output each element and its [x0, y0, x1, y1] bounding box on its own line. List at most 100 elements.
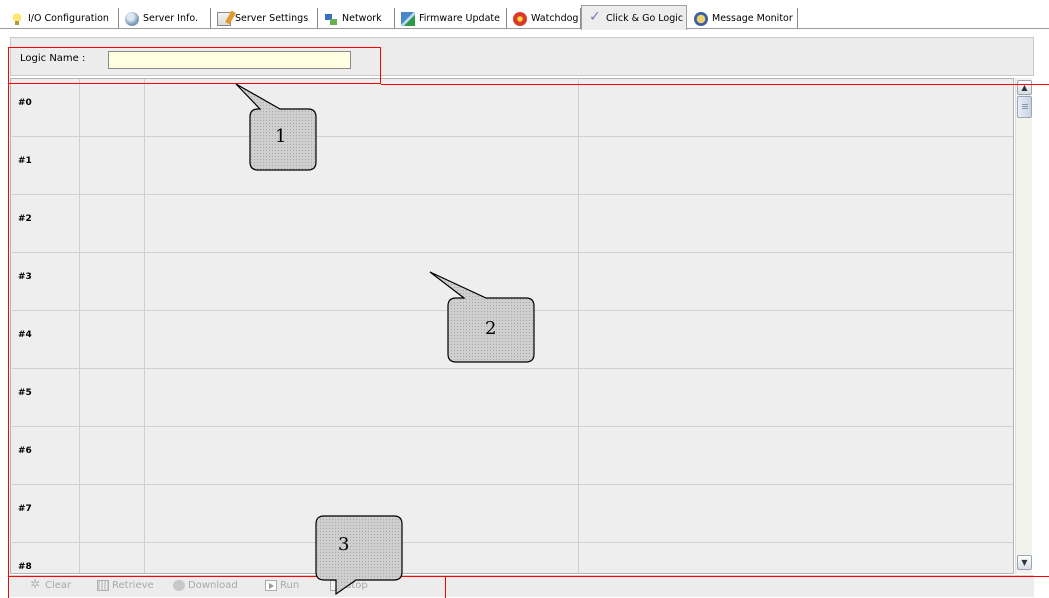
- rule-id: #4: [18, 330, 32, 340]
- tab-message-monitor[interactable]: Message Monitor: [688, 8, 798, 29]
- rule-action-cell[interactable]: [579, 485, 1013, 543]
- download-label: Download: [188, 580, 238, 591]
- tab-bar: I/O Configuration Server Info. Server Se…: [0, 5, 1049, 30]
- lightbulb-icon: [10, 11, 24, 26]
- rule-id: #8: [18, 562, 32, 572]
- logic-rules-grid: #0 #1 #2 #3 #4 #5 #6 #7 #8: [10, 78, 1014, 574]
- tab-label: Click & Go Logic: [606, 12, 684, 24]
- rule-row[interactable]: #5: [12, 369, 1013, 427]
- rule-action-cell[interactable]: [579, 195, 1013, 253]
- rule-id-cell: #2: [12, 195, 80, 253]
- rule-row[interactable]: #7: [12, 485, 1013, 543]
- tab-label: Network: [342, 13, 382, 24]
- tab-click-go-logic[interactable]: Click & Go Logic: [581, 5, 687, 30]
- rule-id-cell: #0: [12, 79, 80, 137]
- rule-enable-cell[interactable]: [80, 311, 145, 369]
- run-button[interactable]: Run: [265, 580, 299, 591]
- rule-enable-cell[interactable]: [80, 543, 145, 573]
- tab-server-info[interactable]: Server Info.: [119, 8, 211, 29]
- tab-watchdog[interactable]: Watchdog: [507, 8, 581, 29]
- rule-id-cell: #6: [12, 427, 80, 485]
- retrieve-label: Retrieve: [112, 580, 154, 591]
- retrieve-icon: [97, 580, 109, 591]
- rule-row[interactable]: #2: [12, 195, 1013, 253]
- run-label: Run: [280, 580, 300, 591]
- stop-button[interactable]: Stop: [330, 580, 368, 591]
- logic-name-label: Logic Name :: [20, 53, 86, 64]
- rule-row[interactable]: #4: [12, 311, 1013, 369]
- rule-action-cell[interactable]: [579, 369, 1013, 427]
- rule-enable-cell[interactable]: [80, 195, 145, 253]
- rule-id-cell: #7: [12, 485, 80, 543]
- rule-row[interactable]: #1: [12, 137, 1013, 195]
- rule-enable-cell[interactable]: [80, 427, 145, 485]
- rule-action-cell[interactable]: [579, 543, 1013, 573]
- rule-action-cell[interactable]: [579, 311, 1013, 369]
- rule-condition-cell[interactable]: [145, 79, 579, 137]
- rule-row[interactable]: #6: [12, 427, 1013, 485]
- rule-row[interactable]: #0: [12, 79, 1013, 137]
- rule-row[interactable]: #3: [12, 253, 1013, 311]
- tab-label: Server Info.: [143, 13, 199, 24]
- rule-condition-cell[interactable]: [145, 253, 579, 311]
- rule-id: #5: [18, 388, 32, 398]
- retrieve-button[interactable]: Retrieve: [97, 580, 154, 591]
- tab-label: Message Monitor: [712, 13, 793, 24]
- tab-label: Server Settings: [235, 13, 309, 24]
- rule-condition-cell[interactable]: [145, 543, 579, 573]
- rule-action-cell[interactable]: [579, 79, 1013, 137]
- rule-enable-cell[interactable]: [80, 485, 145, 543]
- tab-server-settings[interactable]: Server Settings: [211, 8, 318, 29]
- clear-label: Clear: [45, 580, 72, 591]
- rule-action-cell[interactable]: [579, 137, 1013, 195]
- rule-condition-cell[interactable]: [145, 369, 579, 427]
- rule-action-cell[interactable]: [579, 427, 1013, 485]
- message-monitor-icon: [694, 11, 708, 26]
- rule-id-cell: #4: [12, 311, 80, 369]
- rule-condition-cell[interactable]: [145, 427, 579, 485]
- firmware-icon: [401, 11, 415, 26]
- rule-id: #1: [18, 156, 32, 166]
- download-button[interactable]: Download: [173, 580, 238, 591]
- rule-condition-cell[interactable]: [145, 485, 579, 543]
- globe-icon: [125, 11, 139, 26]
- rule-enable-cell[interactable]: [80, 369, 145, 427]
- stop-label: Stop: [345, 580, 368, 591]
- stop-icon: [330, 580, 342, 591]
- scroll-down-button[interactable]: ▼: [1017, 555, 1032, 570]
- rule-enable-cell[interactable]: [80, 79, 145, 137]
- rule-condition-cell[interactable]: [145, 195, 579, 253]
- annotation-line-left: [8, 84, 9, 598]
- tab-firmware-update[interactable]: Firmware Update: [395, 8, 507, 29]
- download-icon: [173, 580, 185, 591]
- rule-id-cell: #8: [12, 543, 80, 573]
- scroll-up-button[interactable]: ▲: [1017, 80, 1032, 95]
- rule-condition-cell[interactable]: [145, 311, 579, 369]
- clear-icon: [30, 577, 42, 591]
- rule-condition-cell[interactable]: [145, 137, 579, 195]
- rule-id: #7: [18, 504, 32, 514]
- notepad-icon: [217, 11, 231, 26]
- rule-id-cell: #3: [12, 253, 80, 311]
- rule-id: #2: [18, 214, 32, 224]
- tab-label: Firmware Update: [419, 13, 500, 24]
- rule-enable-cell[interactable]: [80, 137, 145, 195]
- rule-row[interactable]: #8: [12, 543, 1013, 573]
- tab-io-configuration[interactable]: I/O Configuration: [4, 8, 119, 29]
- vertical-scrollbar[interactable]: ▲ ▼: [1015, 78, 1032, 574]
- tab-network[interactable]: Network: [318, 8, 395, 29]
- rule-id: #6: [18, 446, 32, 456]
- rule-enable-cell[interactable]: [80, 253, 145, 311]
- rule-id-cell: #5: [12, 369, 80, 427]
- clear-button[interactable]: Clear: [30, 577, 72, 591]
- network-icon: [324, 12, 338, 26]
- logic-name-input[interactable]: [108, 51, 351, 69]
- run-icon: [265, 580, 277, 591]
- tab-label: Watchdog: [531, 13, 579, 24]
- tab-label: I/O Configuration: [28, 13, 109, 24]
- rule-id: #3: [18, 272, 32, 282]
- logic-name-bar: Logic Name :: [10, 37, 1034, 76]
- rule-id: #0: [18, 98, 32, 108]
- rule-action-cell[interactable]: [579, 253, 1013, 311]
- scroll-thumb[interactable]: [1017, 96, 1032, 118]
